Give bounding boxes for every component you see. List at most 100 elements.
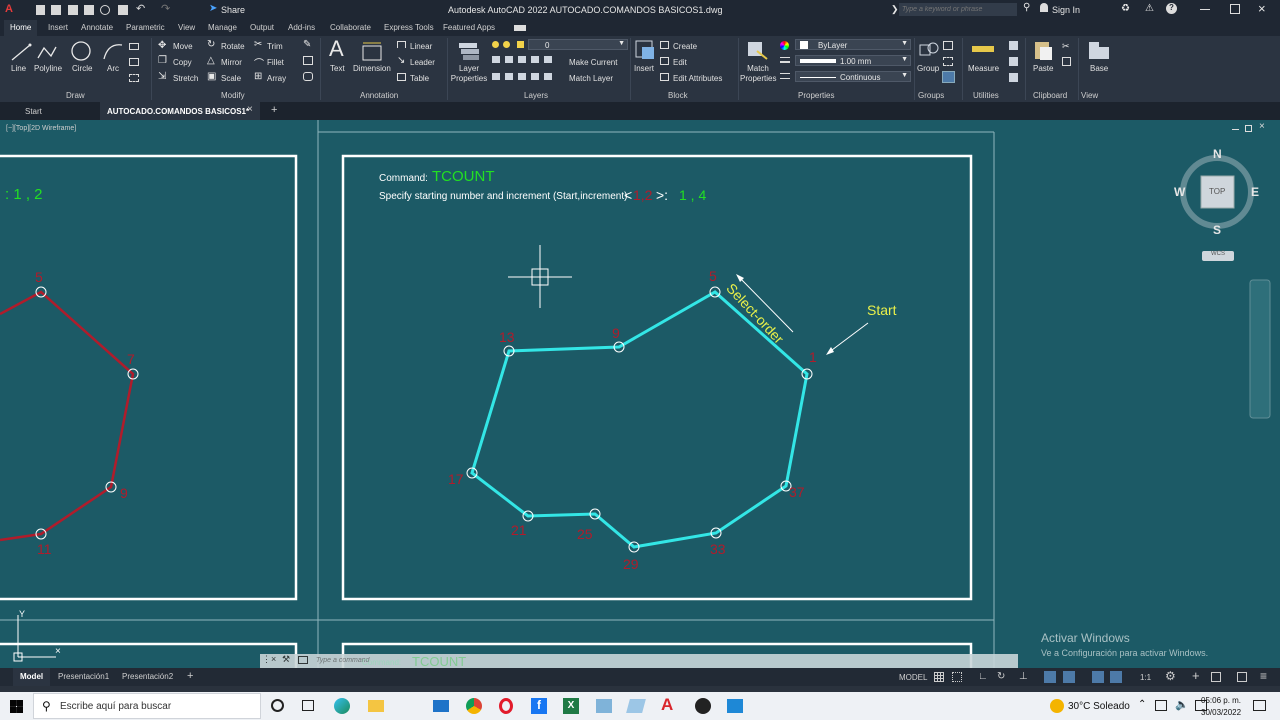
snap-icon[interactable] xyxy=(952,672,962,682)
viewport-close-icon[interactable]: × xyxy=(1259,121,1265,132)
dimension-button[interactable]: Dimension xyxy=(353,64,391,73)
lineweight-toggle-icon[interactable] xyxy=(1063,671,1075,683)
lineweight-dropdown[interactable]: 1.00 mm ▼ xyxy=(795,55,911,66)
polyline-icon[interactable] xyxy=(36,42,58,62)
fillet-button[interactable]: Fillet xyxy=(267,58,284,67)
viewcube-top[interactable]: TOP xyxy=(1209,187,1225,196)
autocad-taskbar-icon[interactable]: A xyxy=(661,695,673,715)
edge-icon[interactable] xyxy=(334,698,350,714)
new-layout-icon[interactable]: + xyxy=(187,670,193,682)
tab-express-tools[interactable]: Express Tools xyxy=(384,23,434,32)
cortana-icon[interactable] xyxy=(271,699,284,712)
app-icon[interactable] xyxy=(596,699,612,713)
explode-icon[interactable] xyxy=(303,56,313,65)
linetype-dropdown[interactable]: Continuous ▼ xyxy=(795,71,911,82)
block-panel-label[interactable]: Block xyxy=(668,91,688,100)
insert-button[interactable]: Insert xyxy=(634,64,654,73)
sign-in-button[interactable]: Sign In xyxy=(1052,5,1080,15)
command-history-icon[interactable] xyxy=(298,656,308,664)
viewport-minimize-icon[interactable] xyxy=(1232,129,1239,130)
viewport-restore-icon[interactable] xyxy=(1245,125,1252,132)
workspace-gear-icon[interactable]: ⚙ xyxy=(1165,669,1176,683)
close-icon[interactable]: × xyxy=(1258,1,1266,16)
rectangle-icon[interactable] xyxy=(129,43,139,50)
tab-model[interactable]: Model xyxy=(13,668,51,686)
app-icon[interactable] xyxy=(695,698,711,714)
help-search-input[interactable] xyxy=(899,3,1017,16)
view-panel-label[interactable]: View xyxy=(1081,91,1098,100)
user-icon[interactable] xyxy=(1040,3,1048,12)
hatch-icon[interactable] xyxy=(129,58,139,66)
match-layer-button[interactable]: Match Layer xyxy=(569,74,613,83)
copy-button[interactable]: Copy xyxy=(173,58,192,67)
boundary-icon[interactable] xyxy=(129,74,139,82)
excel-icon[interactable]: X xyxy=(563,698,579,714)
scale-button[interactable]: Scale xyxy=(221,74,241,83)
tab-output[interactable]: Output xyxy=(250,23,274,32)
tab-view[interactable]: View xyxy=(178,23,195,32)
help-icon[interactable]: ? xyxy=(1166,3,1177,14)
tab-manage[interactable]: Manage xyxy=(208,23,237,32)
search-icon[interactable]: ⚲ xyxy=(1023,2,1030,13)
stretch-button[interactable]: Stretch xyxy=(173,74,198,83)
mirror-button[interactable]: Mirror xyxy=(221,58,242,67)
clipboard-panel-label[interactable]: Clipboard xyxy=(1033,91,1067,100)
object-snap-icon[interactable] xyxy=(1044,671,1056,683)
viewcube-south[interactable]: S xyxy=(1213,223,1221,237)
exchange-icon[interactable]: ⚠ xyxy=(1145,3,1154,14)
redo-icon[interactable]: ↷ xyxy=(161,2,170,15)
offset-icon[interactable] xyxy=(303,72,313,81)
undo-icon[interactable]: ↶ xyxy=(136,2,145,15)
layer-tools-icon[interactable] xyxy=(492,56,552,63)
share-icon[interactable]: ➤ xyxy=(209,3,217,14)
notification-icon[interactable] xyxy=(1253,700,1266,711)
pin-icon[interactable]: ❯ xyxy=(891,4,899,15)
tab-home[interactable]: Home xyxy=(4,20,38,36)
viewcube-north[interactable]: N xyxy=(1213,147,1222,161)
opera-icon[interactable] xyxy=(499,698,513,714)
minimize-icon[interactable] xyxy=(1200,9,1210,10)
clock-date[interactable]: 30/03/2022 xyxy=(1201,708,1241,717)
tray-chevron-icon[interactable]: ⌃ xyxy=(1138,699,1146,710)
close-tab-icon[interactable]: × xyxy=(247,104,253,115)
share-button[interactable]: Share xyxy=(221,5,245,15)
arc-button[interactable]: Arc xyxy=(107,64,119,73)
edit-attributes-button[interactable]: Edit Attributes xyxy=(673,74,722,83)
group-button[interactable]: Group xyxy=(917,64,939,73)
layer-properties-button[interactable]: Layer Properties xyxy=(450,64,488,84)
annotation-visibility-icon[interactable] xyxy=(1110,671,1122,683)
make-current-button[interactable]: Make Current xyxy=(569,58,617,67)
measure-button[interactable]: Measure xyxy=(968,64,999,73)
tab-insert[interactable]: Insert xyxy=(48,23,68,32)
model-space-button[interactable]: MODEL xyxy=(899,673,927,682)
linear-button[interactable]: Linear xyxy=(410,42,432,51)
text-button[interactable]: Text xyxy=(330,64,345,73)
table-button[interactable]: Table xyxy=(410,74,429,83)
new-tab-icon[interactable]: + xyxy=(271,104,277,116)
app-icon[interactable] xyxy=(626,699,646,713)
utilities-panel-label[interactable]: Utilities xyxy=(973,91,999,100)
group-edit-icon[interactable] xyxy=(943,57,953,66)
command-grip-icon[interactable]: ⋮× xyxy=(262,654,276,665)
leader-button[interactable]: Leader xyxy=(410,58,435,67)
windows-start-icon[interactable] xyxy=(10,700,23,713)
tab-parametric[interactable]: Parametric xyxy=(126,23,165,32)
autocad-logo-icon[interactable]: A xyxy=(5,3,19,17)
layer-dropdown[interactable]: 0 ▼ xyxy=(528,39,628,50)
color-dropdown[interactable]: ByLayer ▼ xyxy=(795,39,911,50)
cart-icon[interactable]: ♻ xyxy=(1121,3,1130,14)
trim-button[interactable]: Trim xyxy=(267,42,283,51)
layer-tools-icon[interactable] xyxy=(492,73,552,80)
network-icon[interactable] xyxy=(1155,700,1167,711)
volume-icon[interactable]: 🔈 xyxy=(1175,698,1189,711)
object-snap-tracking-icon[interactable]: ⊥ xyxy=(1019,671,1028,682)
plot-icon[interactable] xyxy=(118,5,128,15)
base-button[interactable]: Base xyxy=(1090,64,1108,73)
tab-start[interactable]: Start xyxy=(25,107,42,116)
clean-screen-icon[interactable] xyxy=(1237,672,1247,682)
command-line[interactable]: ⋮× ⚒ Command: TCOUNT xyxy=(260,654,1018,668)
id-point-icon[interactable] xyxy=(1009,57,1018,66)
layers-panel-label[interactable]: Layers xyxy=(524,91,548,100)
drawing-canvas[interactable]: [−][Top][2D Wireframe] 5 7 9 11: 1 , 2 … xyxy=(0,120,1280,668)
customize-icon[interactable]: ⚒ xyxy=(282,654,290,665)
